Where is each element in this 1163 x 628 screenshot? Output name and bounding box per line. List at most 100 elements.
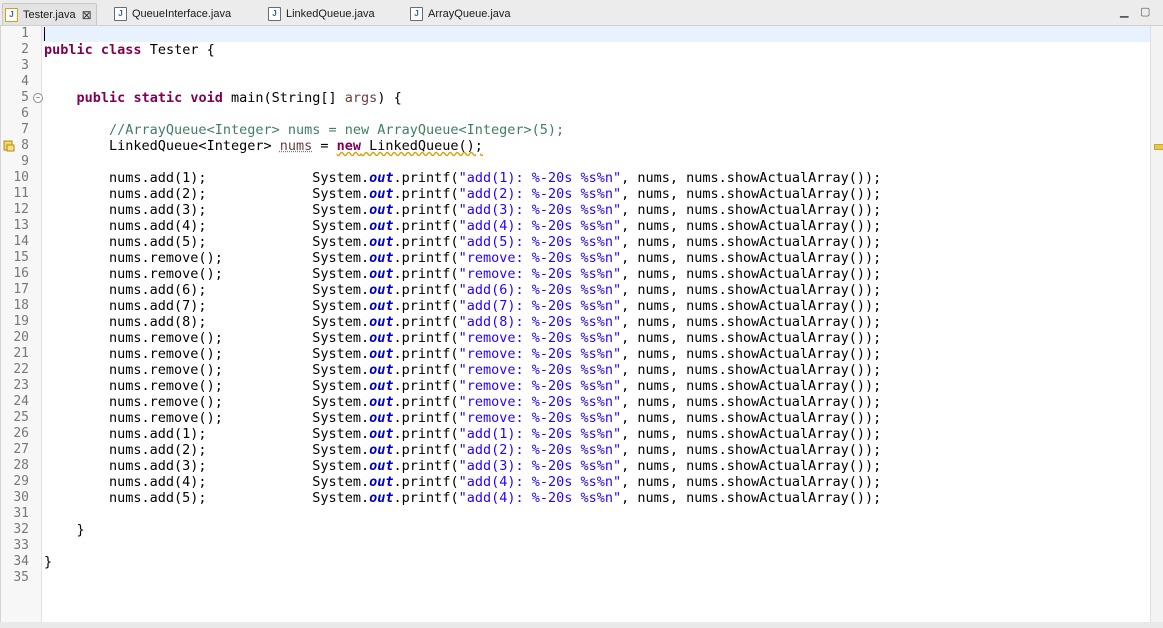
warning-marker[interactable] xyxy=(1154,144,1163,150)
format-string: "add(2): %-20s %s%n" xyxy=(458,442,622,458)
printf-method: .printf( xyxy=(393,298,459,314)
code-text: nums.remove(); System.out.printf("remove… xyxy=(44,410,881,426)
code-line[interactable]: 17 nums.add(6); System.out.printf("add(6… xyxy=(1,282,1151,298)
maximize-icon[interactable]: ▢ xyxy=(1140,5,1150,18)
code-line[interactable]: 11 nums.add(2); System.out.printf("add(2… xyxy=(1,186,1151,202)
code-line[interactable]: 23 nums.remove(); System.out.printf("rem… xyxy=(1,378,1151,394)
line-number: 26 xyxy=(13,426,29,441)
printf-args: , nums, nums.showActualArray()); xyxy=(621,266,882,282)
fold-toggle-icon[interactable]: − xyxy=(33,93,43,103)
queue-call: nums.add(3); xyxy=(109,202,207,218)
line-number: 1 xyxy=(21,26,29,41)
format-string: "remove: %-20s %s%n" xyxy=(458,410,622,426)
queue-call: nums.remove(); xyxy=(109,394,223,410)
printf-method: .printf( xyxy=(393,218,459,234)
tab-label: Tester.java xyxy=(23,8,76,21)
warning-icon[interactable] xyxy=(3,140,15,152)
code-line[interactable]: 6 xyxy=(1,106,1151,122)
class-name: Tester { xyxy=(141,42,215,58)
printf-prefix: System. xyxy=(312,490,370,506)
code-line[interactable]: 21 nums.remove(); System.out.printf("rem… xyxy=(1,346,1151,362)
code-line[interactable]: 30 nums.add(5); System.out.printf("add(4… xyxy=(1,490,1151,506)
code-line[interactable]: 14 nums.add(5); System.out.printf("add(5… xyxy=(1,234,1151,250)
code-line[interactable]: 15 nums.remove(); System.out.printf("rem… xyxy=(1,250,1151,266)
line-number: 34 xyxy=(13,554,29,569)
line-number: 10 xyxy=(13,170,29,185)
code-line[interactable]: 34} xyxy=(1,554,1151,570)
code-editor[interactable]: 1 2 public class Tester {3 4 5− public stati… xyxy=(0,26,1151,623)
code-line[interactable]: 33 xyxy=(1,538,1151,554)
code-line[interactable]: 8 LinkedQueue<Integer> nums = new Linked… xyxy=(1,138,1151,154)
tab-queueinterface-java[interactable]: J QueueInterface.java xyxy=(114,3,231,24)
tab-tester-java[interactable]: J Tester.java ⊠ xyxy=(2,3,97,25)
code-text: public class Tester { xyxy=(44,42,215,58)
tab-arrayqueue-java[interactable]: J ArrayQueue.java xyxy=(410,3,511,24)
printf-args: , nums, nums.showActualArray()); xyxy=(621,314,882,330)
code-line[interactable]: 3 xyxy=(1,58,1151,74)
code-line[interactable]: 10 nums.add(1); System.out.printf("add(1… xyxy=(1,170,1151,186)
format-string: "add(2): %-20s %s%n" xyxy=(458,186,622,202)
printf-prefix: System. xyxy=(312,474,370,490)
code-line[interactable]: 18 nums.add(7); System.out.printf("add(7… xyxy=(1,298,1151,314)
code-line[interactable]: 1 xyxy=(1,26,1151,42)
method-signature: main(String[] xyxy=(222,90,345,106)
tab-linkedqueue-java[interactable]: J LinkedQueue.java xyxy=(268,3,375,24)
code-text: nums.add(5); System.out.printf("add(4): … xyxy=(44,490,881,506)
printf-prefix: System. xyxy=(312,330,370,346)
queue-call: nums.add(5); xyxy=(109,490,207,506)
code-text: nums.add(3); System.out.printf("add(3): … xyxy=(44,458,881,474)
out-field: out xyxy=(369,250,394,266)
line-number: 28 xyxy=(13,458,29,473)
format-string: "add(4): %-20s %s%n" xyxy=(458,490,622,506)
code-line[interactable]: 19 nums.add(8); System.out.printf("add(8… xyxy=(1,314,1151,330)
code-line[interactable]: 32 } xyxy=(1,522,1151,538)
minimize-icon[interactable]: ▁ xyxy=(1120,5,1128,18)
out-field: out xyxy=(369,378,394,394)
printf-args: , nums, nums.showActualArray()); xyxy=(621,378,882,394)
code-line[interactable]: 20 nums.remove(); System.out.printf("rem… xyxy=(1,330,1151,346)
printf-method: .printf( xyxy=(393,362,459,378)
code-line[interactable]: 5− public static void main(String[] args… xyxy=(1,90,1151,106)
printf-method: .printf( xyxy=(393,266,459,282)
code-line[interactable]: 16 nums.remove(); System.out.printf("rem… xyxy=(1,266,1151,282)
printf-prefix: System. xyxy=(312,186,370,202)
code-line[interactable]: 22 nums.remove(); System.out.printf("rem… xyxy=(1,362,1151,378)
printf-method: .printf( xyxy=(393,234,459,250)
close-icon[interactable]: ⊠ xyxy=(82,8,92,22)
code-line[interactable]: 7 //ArrayQueue<Integer> nums = new Array… xyxy=(1,122,1151,138)
code-line[interactable]: 25 nums.remove(); System.out.printf("rem… xyxy=(1,410,1151,426)
format-string: "remove: %-20s %s%n" xyxy=(458,250,622,266)
code-line[interactable]: 29 nums.add(4); System.out.printf("add(4… xyxy=(1,474,1151,490)
code-line[interactable]: 27 nums.add(2); System.out.printf("add(2… xyxy=(1,442,1151,458)
code-line[interactable]: 12 nums.add(3); System.out.printf("add(3… xyxy=(1,202,1151,218)
code-text: nums.add(3); System.out.printf("add(3): … xyxy=(44,202,881,218)
line-number: 18 xyxy=(13,298,29,313)
code-line[interactable]: 13 nums.add(4); System.out.printf("add(4… xyxy=(1,218,1151,234)
queue-call: nums.remove(); xyxy=(109,346,223,362)
printf-method: .printf( xyxy=(393,250,459,266)
printf-prefix: System. xyxy=(312,314,370,330)
line-number: 30 xyxy=(13,490,29,505)
code-text: nums.add(2); System.out.printf("add(2): … xyxy=(44,186,881,202)
keyword: public xyxy=(76,90,126,106)
format-string: "remove: %-20s %s%n" xyxy=(458,362,622,378)
code-text: } xyxy=(44,554,52,570)
code-line[interactable]: 35 xyxy=(1,570,1151,586)
code-line[interactable]: 26 nums.add(1); System.out.printf("add(1… xyxy=(1,426,1151,442)
code-line[interactable]: 4 xyxy=(1,74,1151,90)
printf-args: , nums, nums.showActualArray()); xyxy=(621,474,882,490)
java-file-icon: J xyxy=(268,6,281,21)
line-number: 21 xyxy=(13,346,29,361)
code-line[interactable]: 9 xyxy=(1,154,1151,170)
tab-label: ArrayQueue.java xyxy=(428,7,511,20)
code-text: nums.remove(); System.out.printf("remove… xyxy=(44,250,881,266)
printf-method: .printf( xyxy=(393,394,459,410)
keyword: static xyxy=(133,90,183,106)
code-line[interactable]: 31 xyxy=(1,506,1151,522)
code-line[interactable]: 24 nums.remove(); System.out.printf("rem… xyxy=(1,394,1151,410)
out-field: out xyxy=(369,234,394,250)
code-line[interactable]: 2 public class Tester { xyxy=(1,42,1151,58)
format-string: "add(5): %-20s %s%n" xyxy=(458,234,622,250)
printf-prefix: System. xyxy=(312,266,370,282)
code-line[interactable]: 28 nums.add(3); System.out.printf("add(3… xyxy=(1,458,1151,474)
